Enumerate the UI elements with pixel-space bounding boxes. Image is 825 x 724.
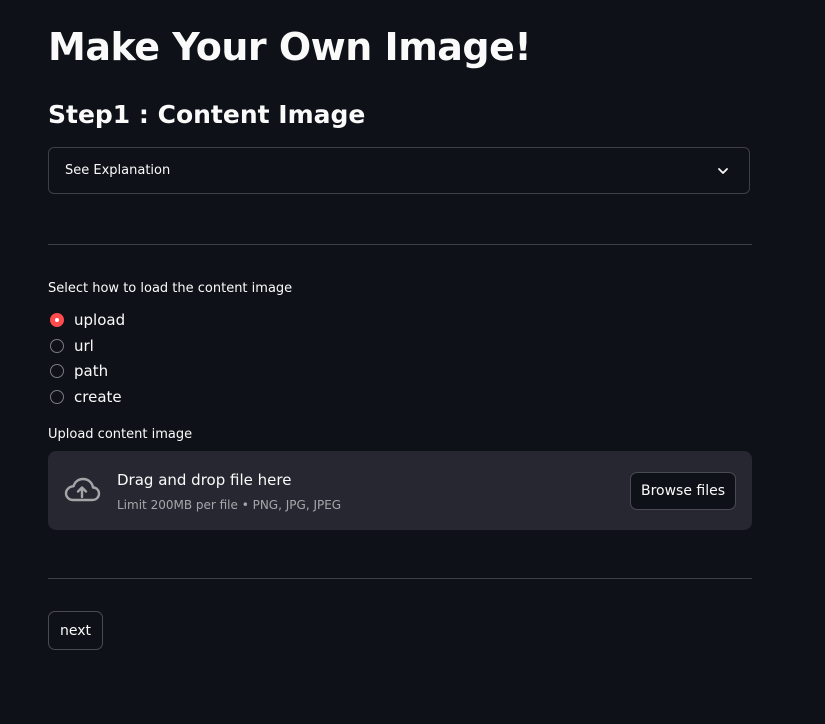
page: Make Your Own Image! Step1 : Content Ima… [0, 0, 825, 724]
uploader-label: Upload content image [48, 427, 193, 442]
radio-option-label: upload [74, 310, 126, 329]
radio-option-url[interactable]: url [48, 333, 348, 359]
radio-group-label: Select how to load the content image [48, 281, 293, 296]
cloud-upload-icon [64, 477, 101, 502]
browse-files-button[interactable]: Browse files [630, 472, 736, 510]
divider [48, 578, 752, 579]
chevron-down-icon [718, 168, 728, 174]
expander-label: See Explanation [65, 163, 171, 178]
step-title: Step1 : Content Image [48, 100, 366, 129]
radio-indicator[interactable] [50, 338, 64, 353]
dropzone-subtitle: Limit 200MB per file • PNG, JPG, JPEG [117, 498, 342, 512]
radio-indicator[interactable] [50, 389, 64, 404]
radio-option-label: path [74, 362, 109, 381]
file-dropzone[interactable]: Drag and drop file here Limit 200MB per … [48, 451, 752, 530]
dropzone-title: Drag and drop file here [117, 471, 292, 489]
load-method-radio-group: upload url path create [48, 307, 348, 410]
radio-option-path[interactable]: path [48, 358, 348, 384]
divider [48, 244, 752, 245]
page-title: Make Your Own Image! [48, 25, 532, 69]
radio-option-label: create [74, 387, 122, 406]
radio-option-upload[interactable]: upload [48, 307, 348, 333]
see-explanation-expander[interactable]: See Explanation [48, 147, 750, 194]
next-button[interactable]: next [48, 611, 103, 650]
radio-option-create[interactable]: create [48, 384, 348, 410]
radio-selected-indicator[interactable] [50, 312, 64, 327]
radio-indicator[interactable] [50, 364, 64, 379]
radio-option-label: url [74, 336, 94, 355]
